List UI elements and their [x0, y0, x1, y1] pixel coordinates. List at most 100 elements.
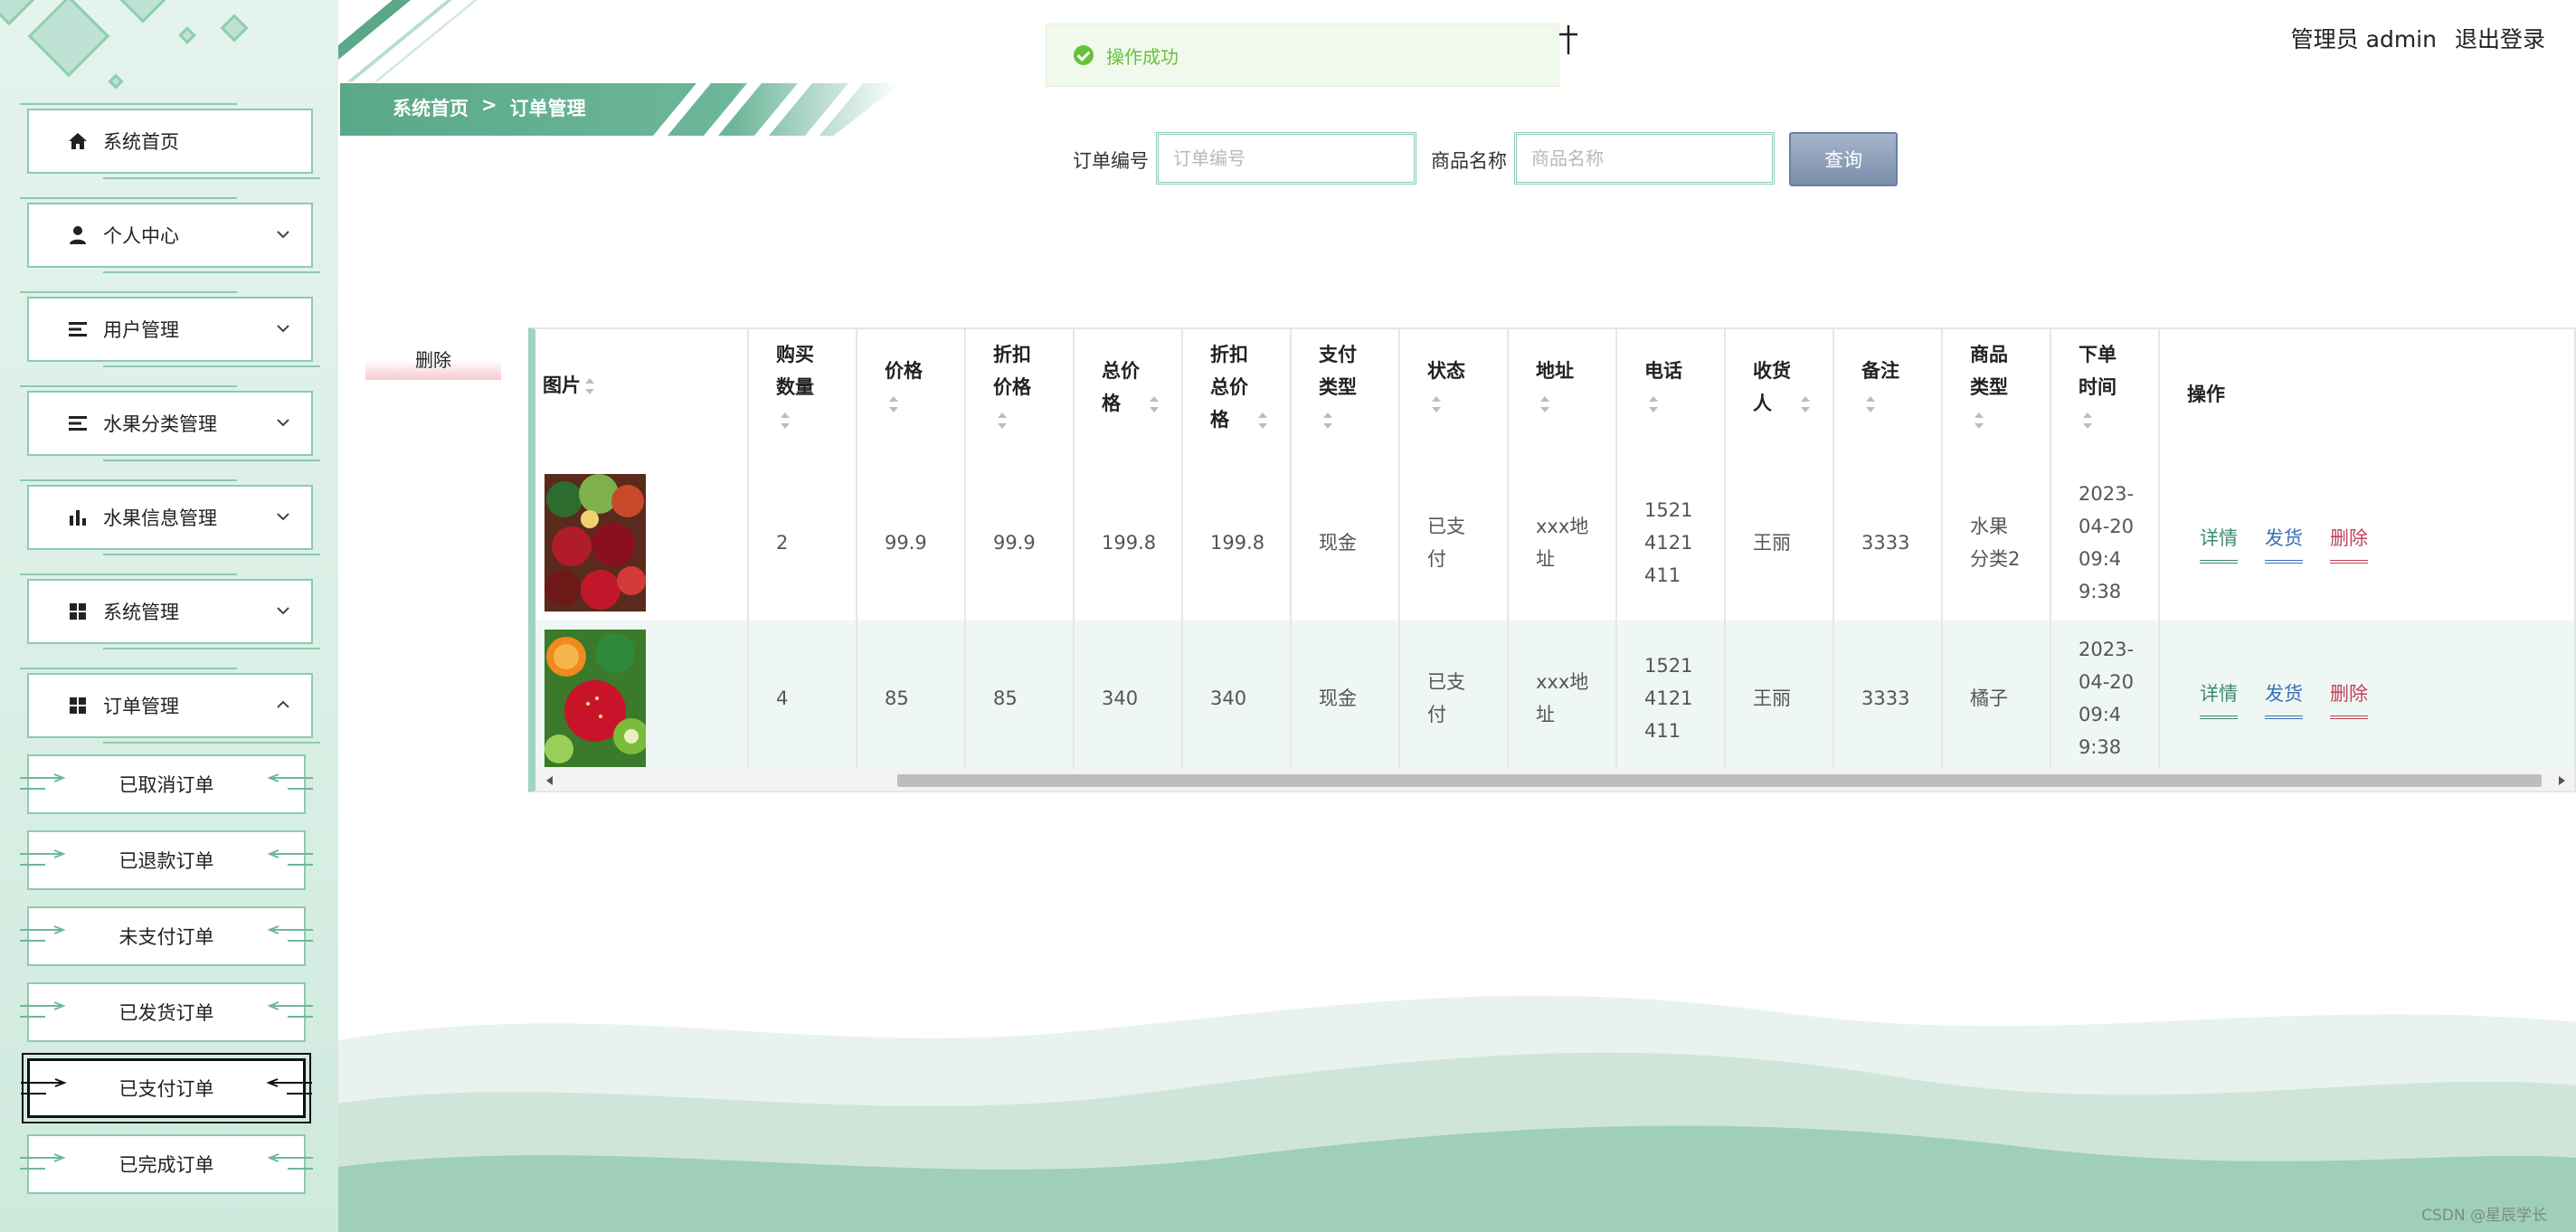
sidebar-item-label: 个人中心: [103, 225, 179, 247]
sort-icon[interactable]: [1648, 395, 1659, 413]
submenu-item-completed-orders[interactable]: 已完成订单: [20, 1134, 313, 1194]
cursor-icon: [1559, 25, 1577, 54]
toast-message: 操作成功: [1106, 45, 1179, 68]
column-pay-type: 支付类型 现金 现金: [1292, 329, 1400, 769]
detail-link[interactable]: 详情: [2200, 522, 2238, 564]
scrollbar-thumb[interactable]: [897, 774, 2542, 787]
detail-link[interactable]: 详情: [2200, 678, 2238, 719]
arrow-right-icon: [20, 1001, 66, 1018]
sort-icon[interactable]: [1974, 412, 1984, 430]
column-header-pay-type[interactable]: 支付类型: [1292, 329, 1398, 465]
sidebar-item-home[interactable]: 系统首页: [20, 103, 320, 179]
submenu-item-paid-orders[interactable]: 已支付订单: [21, 1053, 312, 1123]
delete-link[interactable]: 删除: [2330, 678, 2368, 719]
column-header-total[interactable]: 总价格: [1075, 329, 1181, 465]
sort-icon[interactable]: [584, 377, 595, 395]
sort-icon[interactable]: [1865, 395, 1876, 413]
list-icon: [63, 318, 92, 340]
column-header-address[interactable]: 地址: [1509, 329, 1615, 465]
sidebar-item-fruit-category[interactable]: 水果分类管理: [20, 385, 320, 461]
column-total: 总价格 199.8 340: [1075, 329, 1183, 769]
chevron-up-icon: [277, 700, 289, 708]
column-header-image[interactable]: 图片: [535, 329, 747, 465]
product-name-input[interactable]: [1514, 132, 1775, 185]
sidebar-item-label: 用户管理: [103, 319, 179, 341]
fruit-basket-image: [545, 474, 646, 611]
column-header-note[interactable]: 备注: [1834, 329, 1941, 465]
check-circle-icon: [1074, 45, 1094, 65]
sort-icon[interactable]: [1257, 412, 1268, 430]
sort-icon[interactable]: [997, 412, 1008, 430]
bar-chart-icon: [63, 507, 92, 528]
column-qty: 购买数量 2 4: [749, 329, 857, 769]
table-cell: 王丽: [1753, 687, 1791, 709]
column-header-order-time[interactable]: 下单时间: [2051, 329, 2158, 465]
sidebar-item-system-management[interactable]: 系统管理: [20, 573, 320, 649]
decorative-square: [220, 14, 249, 43]
sort-icon[interactable]: [888, 395, 899, 413]
table-cell: 4: [776, 687, 789, 709]
sidebar-item-personal-center[interactable]: 个人中心: [20, 197, 320, 273]
column-header-ops: 操作: [2187, 384, 2225, 405]
batch-delete-button[interactable]: 删除: [365, 336, 501, 380]
sort-icon[interactable]: [1149, 395, 1160, 413]
logout-link[interactable]: 退出登录: [2455, 22, 2545, 54]
scroll-right-arrow-icon[interactable]: [2559, 776, 2565, 785]
column-header-status[interactable]: 状态: [1400, 329, 1507, 465]
table-cell: 15214121411: [1644, 655, 1693, 742]
arrow-right-icon: [20, 849, 66, 866]
ship-link[interactable]: 发货: [2265, 522, 2303, 564]
arrow-right-icon: [21, 1078, 67, 1095]
sort-icon[interactable]: [1431, 395, 1442, 413]
list-icon: [63, 412, 92, 434]
column-header-discount-total[interactable]: 折扣总价格: [1183, 329, 1290, 465]
column-header-phone[interactable]: 电话: [1617, 329, 1724, 465]
decorative-square: [27, 0, 110, 78]
sidebar-item-label: 系统首页: [103, 131, 179, 153]
column-header-category[interactable]: 商品类型: [1943, 329, 2050, 465]
order-no-input[interactable]: [1156, 132, 1416, 185]
scroll-left-arrow-icon[interactable]: [546, 776, 553, 785]
table-cell: 2: [776, 532, 789, 554]
product-name-label: 商品名称: [1431, 150, 1507, 172]
ship-link[interactable]: 发货: [2265, 678, 2303, 719]
breadcrumb-home-link[interactable]: 系统首页: [393, 94, 469, 121]
column-header-price[interactable]: 价格: [857, 329, 964, 465]
table-cell-actions: 详情 发货 删除: [2160, 621, 2574, 776]
role-label: 管理员: [2290, 26, 2359, 52]
submenu-item-shipped-orders[interactable]: 已发货订单: [20, 982, 313, 1042]
breadcrumb-current: 订单管理: [509, 98, 586, 119]
sort-icon[interactable]: [2082, 412, 2093, 430]
sidebar-item-fruit-info[interactable]: 水果信息管理: [20, 479, 320, 555]
arrow-right-icon: [20, 1153, 66, 1170]
table-cell: 340: [1102, 687, 1139, 709]
horizontal-scrollbar[interactable]: [535, 769, 2574, 791]
user-icon: [63, 224, 92, 246]
sort-icon[interactable]: [1800, 395, 1811, 413]
sort-icon[interactable]: [780, 412, 791, 430]
table-cell: xxx地址: [1536, 671, 1589, 725]
sort-icon[interactable]: [1539, 395, 1550, 413]
table-cell: 现金: [1319, 687, 1357, 709]
column-discount-price: 折扣价格 99.9 85: [966, 329, 1075, 769]
submenu-item-unpaid-orders[interactable]: 未支付订单: [20, 906, 313, 966]
delete-link[interactable]: 删除: [2330, 522, 2368, 564]
decorative-stripes: [653, 83, 863, 136]
admin-label: 管理员 admin: [2291, 22, 2437, 54]
column-header-qty[interactable]: 购买数量: [749, 329, 856, 465]
sidebar-item-user-management[interactable]: 用户管理: [20, 291, 320, 367]
query-button[interactable]: 查询: [1789, 132, 1898, 186]
order-no-label: 订单编号: [1073, 150, 1149, 172]
sidebar-item-order-management[interactable]: 订单管理: [20, 668, 320, 744]
table-cell: 王丽: [1753, 532, 1791, 554]
column-header-discount-price[interactable]: 折扣价格: [966, 329, 1073, 465]
column-header-receiver[interactable]: 收货人: [1726, 329, 1833, 465]
column-phone: 电话 15214121411 15214121411: [1617, 329, 1726, 769]
arrow-left-icon: [267, 925, 313, 942]
breadcrumb: 系统首页 > 订单管理: [393, 94, 586, 121]
column-category: 商品类型 水果分类2 橘子: [1943, 329, 2051, 769]
sort-icon[interactable]: [1322, 412, 1333, 430]
submenu-item-refunded-orders[interactable]: 已退款订单: [20, 830, 313, 890]
submenu-item-cancelled-orders[interactable]: 已取消订单: [20, 754, 313, 814]
table-cell: 已支付: [1427, 516, 1465, 570]
